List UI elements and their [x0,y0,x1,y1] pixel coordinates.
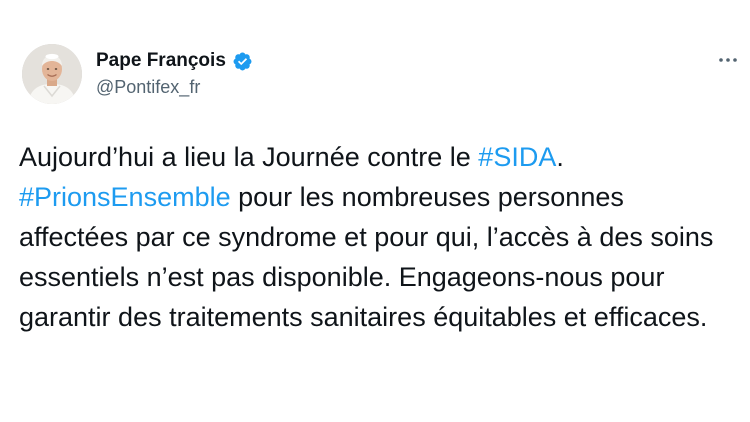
verified-badge-icon [232,51,253,72]
more-icon[interactable] [716,48,740,72]
tweet-text: Aujourd’hui a lieu la Journée contre le … [19,137,734,337]
tweet-card: Pape François @Pontifex_fr Aujourd’hui a… [0,0,750,422]
avatar[interactable] [22,44,82,104]
tweet-text-segment: Aujourd’hui a lieu la Journée contre le [19,142,479,172]
tweet-header: Pape François @Pontifex_fr [22,38,253,110]
hashtag-link-prionsensemble[interactable]: #PrionsEnsemble [19,182,231,212]
avatar-portrait-icon [22,44,82,104]
author-identity: Pape François @Pontifex_fr [96,48,253,100]
tweet-text-segment: . [556,142,564,172]
author-handle[interactable]: @Pontifex_fr [96,74,253,100]
hashtag-link-sida[interactable]: #SIDA [478,142,556,172]
name-row: Pape François [96,48,253,74]
author-name[interactable]: Pape François [96,48,226,74]
